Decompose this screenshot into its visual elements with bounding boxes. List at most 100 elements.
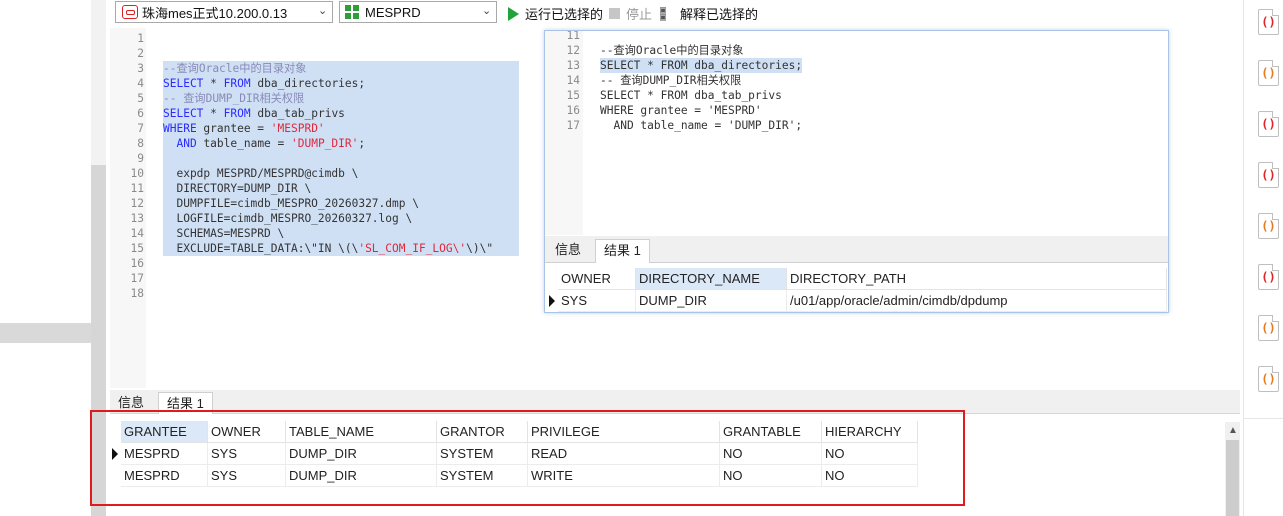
- code-line[interactable]: 16 WHERE grantee = 'MESPRD': [545, 103, 1168, 118]
- tab-result-1[interactable]: 结果 1: [158, 392, 213, 416]
- column-header[interactable]: DIRECTORY_PATH: [787, 268, 1167, 290]
- table-cell[interactable]: SYSTEM: [437, 443, 528, 465]
- table-cell[interactable]: SYS: [208, 443, 286, 465]
- column-header[interactable]: HIERARCHY: [822, 421, 918, 443]
- line-number: 6: [137, 107, 144, 120]
- schema-select[interactable]: MESPRD ⌄: [339, 1, 497, 23]
- tab-info[interactable]: 信息: [110, 392, 152, 416]
- line-number: 12: [130, 197, 144, 210]
- explain-plan-icon: ▣ ▣: [660, 4, 667, 23]
- table-cell[interactable]: SYS: [208, 465, 286, 487]
- code-line[interactable]: 15 SELECT * FROM dba_tab_privs: [545, 88, 1168, 103]
- line-number: 17: [566, 119, 580, 132]
- table-cell[interactable]: NO: [822, 465, 918, 487]
- right-file-panel: () () () () () () () (): [1243, 0, 1283, 516]
- result-scrollbar-thumb[interactable]: [1226, 440, 1239, 516]
- code-line[interactable]: 11: [545, 31, 1168, 43]
- left-scrollbar-thumb[interactable]: [91, 165, 106, 516]
- current-row-indicator-icon: [112, 448, 118, 460]
- column-header[interactable]: PRIVILEGE: [528, 421, 720, 443]
- query-preview-popup: 11 12 --查询Oracle中的目录对象 13 SELECT * FROM dba_…: [544, 30, 1169, 313]
- code-line[interactable]: 17 AND table_name = 'DUMP_DIR';: [545, 118, 1168, 133]
- line-number: 17: [130, 272, 144, 285]
- code-line[interactable]: 14 -- 查询DUMP_DIR相关权限: [545, 73, 1168, 88]
- oracle-connection-icon: [122, 5, 138, 19]
- code-text: SCHEMAS=MESPRD \: [163, 226, 519, 241]
- line-number: 12: [566, 44, 580, 57]
- code-text: EXCLUDE=TABLE_DATA:\"IN \(\'SL_COM_IF_LO…: [163, 241, 519, 256]
- sql-file-icon[interactable]: (): [1258, 162, 1279, 188]
- line-number: 15: [566, 89, 580, 102]
- line-number: 10: [130, 167, 144, 180]
- code-line[interactable]: 13 SELECT * FROM dba_directories;: [545, 58, 1168, 73]
- code-text: LOGFILE=cimdb_MESPRO_20260327.log \: [163, 211, 519, 226]
- line-number: 16: [566, 104, 580, 117]
- table-cell[interactable]: DUMP_DIR: [286, 443, 437, 465]
- sql-file-icon[interactable]: (): [1258, 9, 1279, 35]
- schema-label: MESPRD: [365, 4, 421, 20]
- stop-button[interactable]: 停止: [609, 4, 652, 23]
- run-selected-button[interactable]: 运行已选择的: [508, 4, 603, 23]
- code-text: SELECT * FROM dba_tab_privs: [163, 106, 519, 121]
- connection-select[interactable]: 珠海mes正式10.200.0.13 ⌄: [115, 1, 333, 23]
- popup-tab-info[interactable]: 信息: [547, 239, 589, 263]
- result-area: GRANTEE OWNER TABLE_NAME GRANTOR PRIVILEGE GR…: [110, 414, 1240, 516]
- column-header[interactable]: GRANTOR: [437, 421, 528, 443]
- table-cell[interactable]: NO: [720, 465, 822, 487]
- column-header[interactable]: GRANTABLE: [720, 421, 822, 443]
- sql-file-icon[interactable]: (): [1258, 264, 1279, 290]
- code-text: --查询Oracle中的目录对象: [163, 61, 519, 76]
- table-cell[interactable]: DUMP_DIR: [636, 290, 787, 312]
- code-text: expdp MESPRD/MESPRD@cimdb \: [163, 166, 519, 181]
- column-header[interactable]: OWNER: [208, 421, 286, 443]
- line-number: 11: [130, 182, 144, 195]
- popup-result-tabs: 信息 结果 1: [545, 236, 1168, 263]
- run-selected-label: 运行已选择的: [525, 7, 604, 22]
- line-number: 9: [137, 152, 144, 165]
- column-header[interactable]: TABLE_NAME: [286, 421, 437, 443]
- line-number: 2: [137, 47, 144, 60]
- result-scrollbar[interactable]: ▲: [1225, 422, 1240, 516]
- line-number: 14: [130, 227, 144, 240]
- line-number: 4: [137, 77, 144, 90]
- table-cell[interactable]: NO: [822, 443, 918, 465]
- table-cell[interactable]: SYS: [558, 290, 636, 312]
- stop-icon: [609, 8, 620, 19]
- code-text: AND table_name = 'DUMP_DIR';: [163, 136, 519, 151]
- code-text: WHERE grantee = 'MESPRD': [163, 121, 519, 136]
- line-number: 7: [137, 122, 144, 135]
- line-number: 1: [137, 32, 144, 45]
- line-number: 8: [137, 137, 144, 150]
- line-number: 16: [130, 257, 144, 270]
- column-header[interactable]: DIRECTORY_NAME: [636, 268, 787, 290]
- column-header[interactable]: GRANTEE: [121, 421, 208, 443]
- sql-file-icon[interactable]: (): [1258, 111, 1279, 137]
- multi-file-icon[interactable]: (): [1258, 315, 1279, 341]
- table-cell[interactable]: NO: [720, 443, 822, 465]
- code-text: --查询Oracle中的目录对象: [600, 44, 744, 57]
- code-line[interactable]: 12 --查询Oracle中的目录对象: [545, 43, 1168, 58]
- table-cell[interactable]: MESPRD: [121, 443, 208, 465]
- scroll-up-icon[interactable]: ▲: [1228, 425, 1238, 436]
- popup-tab-result-1[interactable]: 结果 1: [595, 239, 650, 263]
- explain-selected-button[interactable]: ▣ ▣ 解释已选择的: [660, 4, 758, 23]
- table-cell[interactable]: READ: [528, 443, 720, 465]
- table-cell[interactable]: MESPRD: [121, 465, 208, 487]
- code-text: SELECT * FROM dba_tab_privs: [600, 89, 782, 102]
- table-cell[interactable]: DUMP_DIR: [286, 465, 437, 487]
- table-cell[interactable]: WRITE: [528, 465, 720, 487]
- multi-file-icon[interactable]: (): [1258, 366, 1279, 392]
- code-text: DIRECTORY=DUMP_DIR \: [163, 181, 519, 196]
- explain-selected-label: 解释已选择的: [680, 7, 759, 22]
- multi-file-icon[interactable]: (): [1258, 213, 1279, 239]
- connection-label: 珠海mes正式10.200.0.13: [142, 5, 288, 21]
- table-cell[interactable]: SYSTEM: [437, 465, 528, 487]
- line-number: 18: [130, 287, 144, 300]
- code-text: SELECT * FROM dba_directories;: [600, 58, 803, 73]
- table-cell[interactable]: /u01/app/oracle/admin/cimdb/dpdump: [787, 290, 1167, 312]
- left-panel-tab[interactable]: [0, 323, 91, 343]
- chevron-down-icon: ⌄: [482, 5, 492, 17]
- multi-file-icon[interactable]: (): [1258, 60, 1279, 86]
- column-header[interactable]: OWNER: [558, 268, 636, 290]
- code-text: -- 查询DUMP_DIR相关权限: [600, 74, 742, 87]
